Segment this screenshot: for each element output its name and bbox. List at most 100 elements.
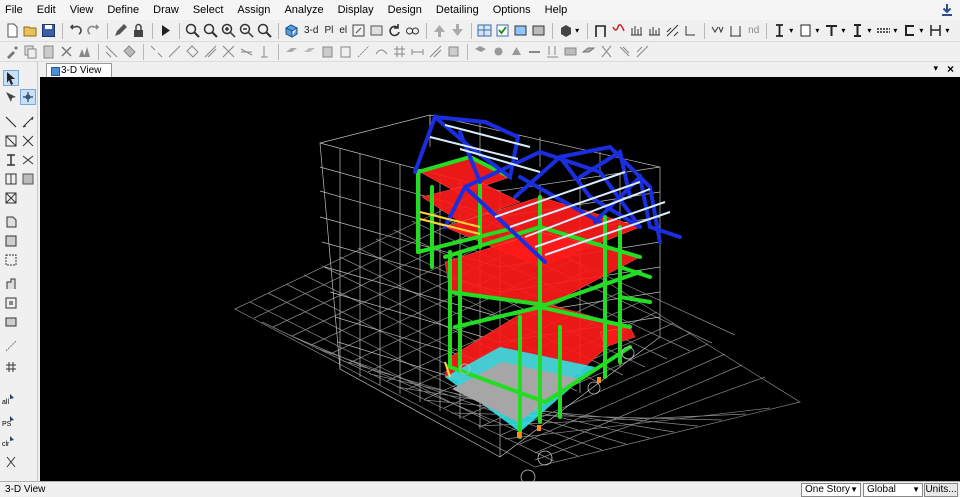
extrude-icon[interactable] (103, 43, 120, 60)
menu-edit[interactable]: Edit (30, 0, 63, 20)
draw-cross-icon[interactable] (20, 133, 36, 149)
clear-selection-button[interactable]: clr (2, 434, 19, 450)
draw-area-icon[interactable] (184, 43, 201, 60)
eyedropper-icon[interactable] (4, 43, 21, 60)
draw-slab-icon[interactable] (3, 314, 19, 330)
draw-brace-icon[interactable] (3, 133, 19, 149)
object-shrink-icon[interactable] (404, 22, 421, 39)
spandrel-icon[interactable] (616, 43, 633, 60)
building-icon[interactable] (76, 43, 93, 60)
diaphragm-icon[interactable] (580, 43, 597, 60)
menu-analyze[interactable]: Analyze (277, 0, 330, 20)
elevation-view-button[interactable]: el (336, 25, 350, 36)
draw-secondary-icon[interactable] (3, 171, 19, 187)
assign-icon[interactable] (472, 43, 489, 60)
undo-icon[interactable] (67, 22, 84, 39)
draw-area-icon[interactable] (3, 214, 19, 230)
open-icon[interactable] (22, 22, 39, 39)
draw-tendon-icon[interactable] (20, 171, 36, 187)
dropdown-arrow[interactable]: ▾ (815, 26, 819, 35)
dropdown-arrow[interactable]: ▾ (893, 26, 897, 35)
move-down-icon[interactable] (449, 22, 466, 39)
dropdown-arrow[interactable]: ▾ (945, 26, 949, 35)
menu-assign[interactable]: Assign (230, 0, 277, 20)
wide-flange-icon[interactable] (849, 22, 866, 39)
previous-selection-button[interactable]: PS (2, 414, 19, 430)
menu-detailing[interactable]: Detailing (429, 0, 486, 20)
nd-button[interactable]: nd (745, 25, 762, 36)
draw-grid-icon[interactable] (3, 359, 19, 375)
reaction-icon[interactable] (682, 22, 699, 39)
draw-dimension-icon[interactable] (3, 338, 19, 354)
restraint-icon[interactable] (508, 43, 525, 60)
stress-diagram-icon[interactable] (664, 22, 681, 39)
wall-icon[interactable] (319, 43, 336, 60)
slab-icon[interactable] (283, 43, 300, 60)
assign-support-icon[interactable] (3, 454, 19, 470)
view-3d-button[interactable]: 3-d (301, 25, 321, 36)
draw-beam-icon[interactable] (238, 43, 255, 60)
window-menu-icon[interactable]: ▾ (933, 63, 938, 74)
zoom-previous-icon[interactable] (238, 22, 255, 39)
channel-icon[interactable] (901, 22, 918, 39)
cut-icon[interactable] (58, 43, 75, 60)
menu-design[interactable]: Design (381, 0, 429, 20)
draw-frame-icon[interactable] (20, 114, 36, 130)
tendon-icon[interactable] (373, 43, 390, 60)
reshape-icon[interactable] (20, 89, 36, 105)
joint-icon[interactable] (490, 43, 507, 60)
rotate-icon[interactable] (350, 22, 367, 39)
menu-options[interactable]: Options (486, 0, 538, 20)
pan-icon[interactable] (256, 22, 273, 39)
menu-view[interactable]: View (63, 0, 101, 20)
perspective-icon[interactable] (368, 22, 385, 39)
select-all-button[interactable]: all (2, 392, 19, 408)
menu-define[interactable]: Define (100, 0, 146, 20)
draw-line-icon[interactable] (3, 114, 19, 130)
close-icon[interactable]: × (947, 62, 954, 76)
opening-icon[interactable] (337, 43, 354, 60)
structure-3d-model[interactable] (40, 77, 960, 485)
load-icon[interactable] (544, 43, 561, 60)
zoom-out-icon[interactable] (202, 22, 219, 39)
tee-section-icon[interactable] (823, 22, 840, 39)
model-3d-canvas[interactable] (40, 77, 960, 485)
section-icon[interactable] (445, 43, 462, 60)
moment-diagram-icon[interactable] (628, 22, 645, 39)
shear-diagram-icon[interactable] (646, 22, 663, 39)
draw-column-icon[interactable] (3, 152, 19, 168)
draw-opening-icon[interactable] (3, 295, 19, 311)
plan-view-button[interactable]: Pl (321, 25, 336, 36)
deformed-shape-icon[interactable] (610, 22, 627, 39)
menu-help[interactable]: Help (538, 0, 575, 20)
reference-icon[interactable] (427, 43, 444, 60)
refresh-icon[interactable] (386, 22, 403, 39)
menu-file[interactable]: File (0, 0, 30, 20)
brace-icon[interactable] (875, 22, 892, 39)
draw-wall-icon[interactable] (3, 190, 19, 206)
menu-select[interactable]: Select (186, 0, 231, 20)
column-section-icon[interactable] (797, 22, 814, 39)
section-cut-icon[interactable] (530, 22, 547, 39)
dropdown-arrow[interactable]: ▾ (789, 26, 793, 35)
run-icon[interactable] (157, 22, 174, 39)
shape-icon[interactable] (557, 22, 574, 39)
view-3d-icon[interactable] (283, 22, 300, 39)
units-button[interactable]: Units... (924, 483, 958, 497)
tab-3d-view[interactable]: 3-D View (46, 63, 113, 77)
check-box-icon[interactable] (494, 22, 511, 39)
i-beam-icon[interactable] (771, 22, 788, 39)
dropdown-arrow[interactable]: ▾ (575, 26, 579, 35)
member-icon[interactable] (727, 22, 744, 39)
dropdown-arrow[interactable]: ▾ (919, 26, 923, 35)
paste-icon[interactable] (40, 43, 57, 60)
mesh-icon[interactable] (121, 43, 138, 60)
save-icon[interactable] (40, 22, 57, 39)
split-icon[interactable] (927, 22, 944, 39)
draw-rect-area-icon[interactable] (3, 233, 19, 249)
deck-icon[interactable] (301, 43, 318, 60)
coordinate-system-selector[interactable]: Global ▼ (863, 483, 923, 497)
menu-draw[interactable]: Draw (146, 0, 186, 20)
frame-icon[interactable] (592, 22, 609, 39)
menu-display[interactable]: Display (331, 0, 381, 20)
